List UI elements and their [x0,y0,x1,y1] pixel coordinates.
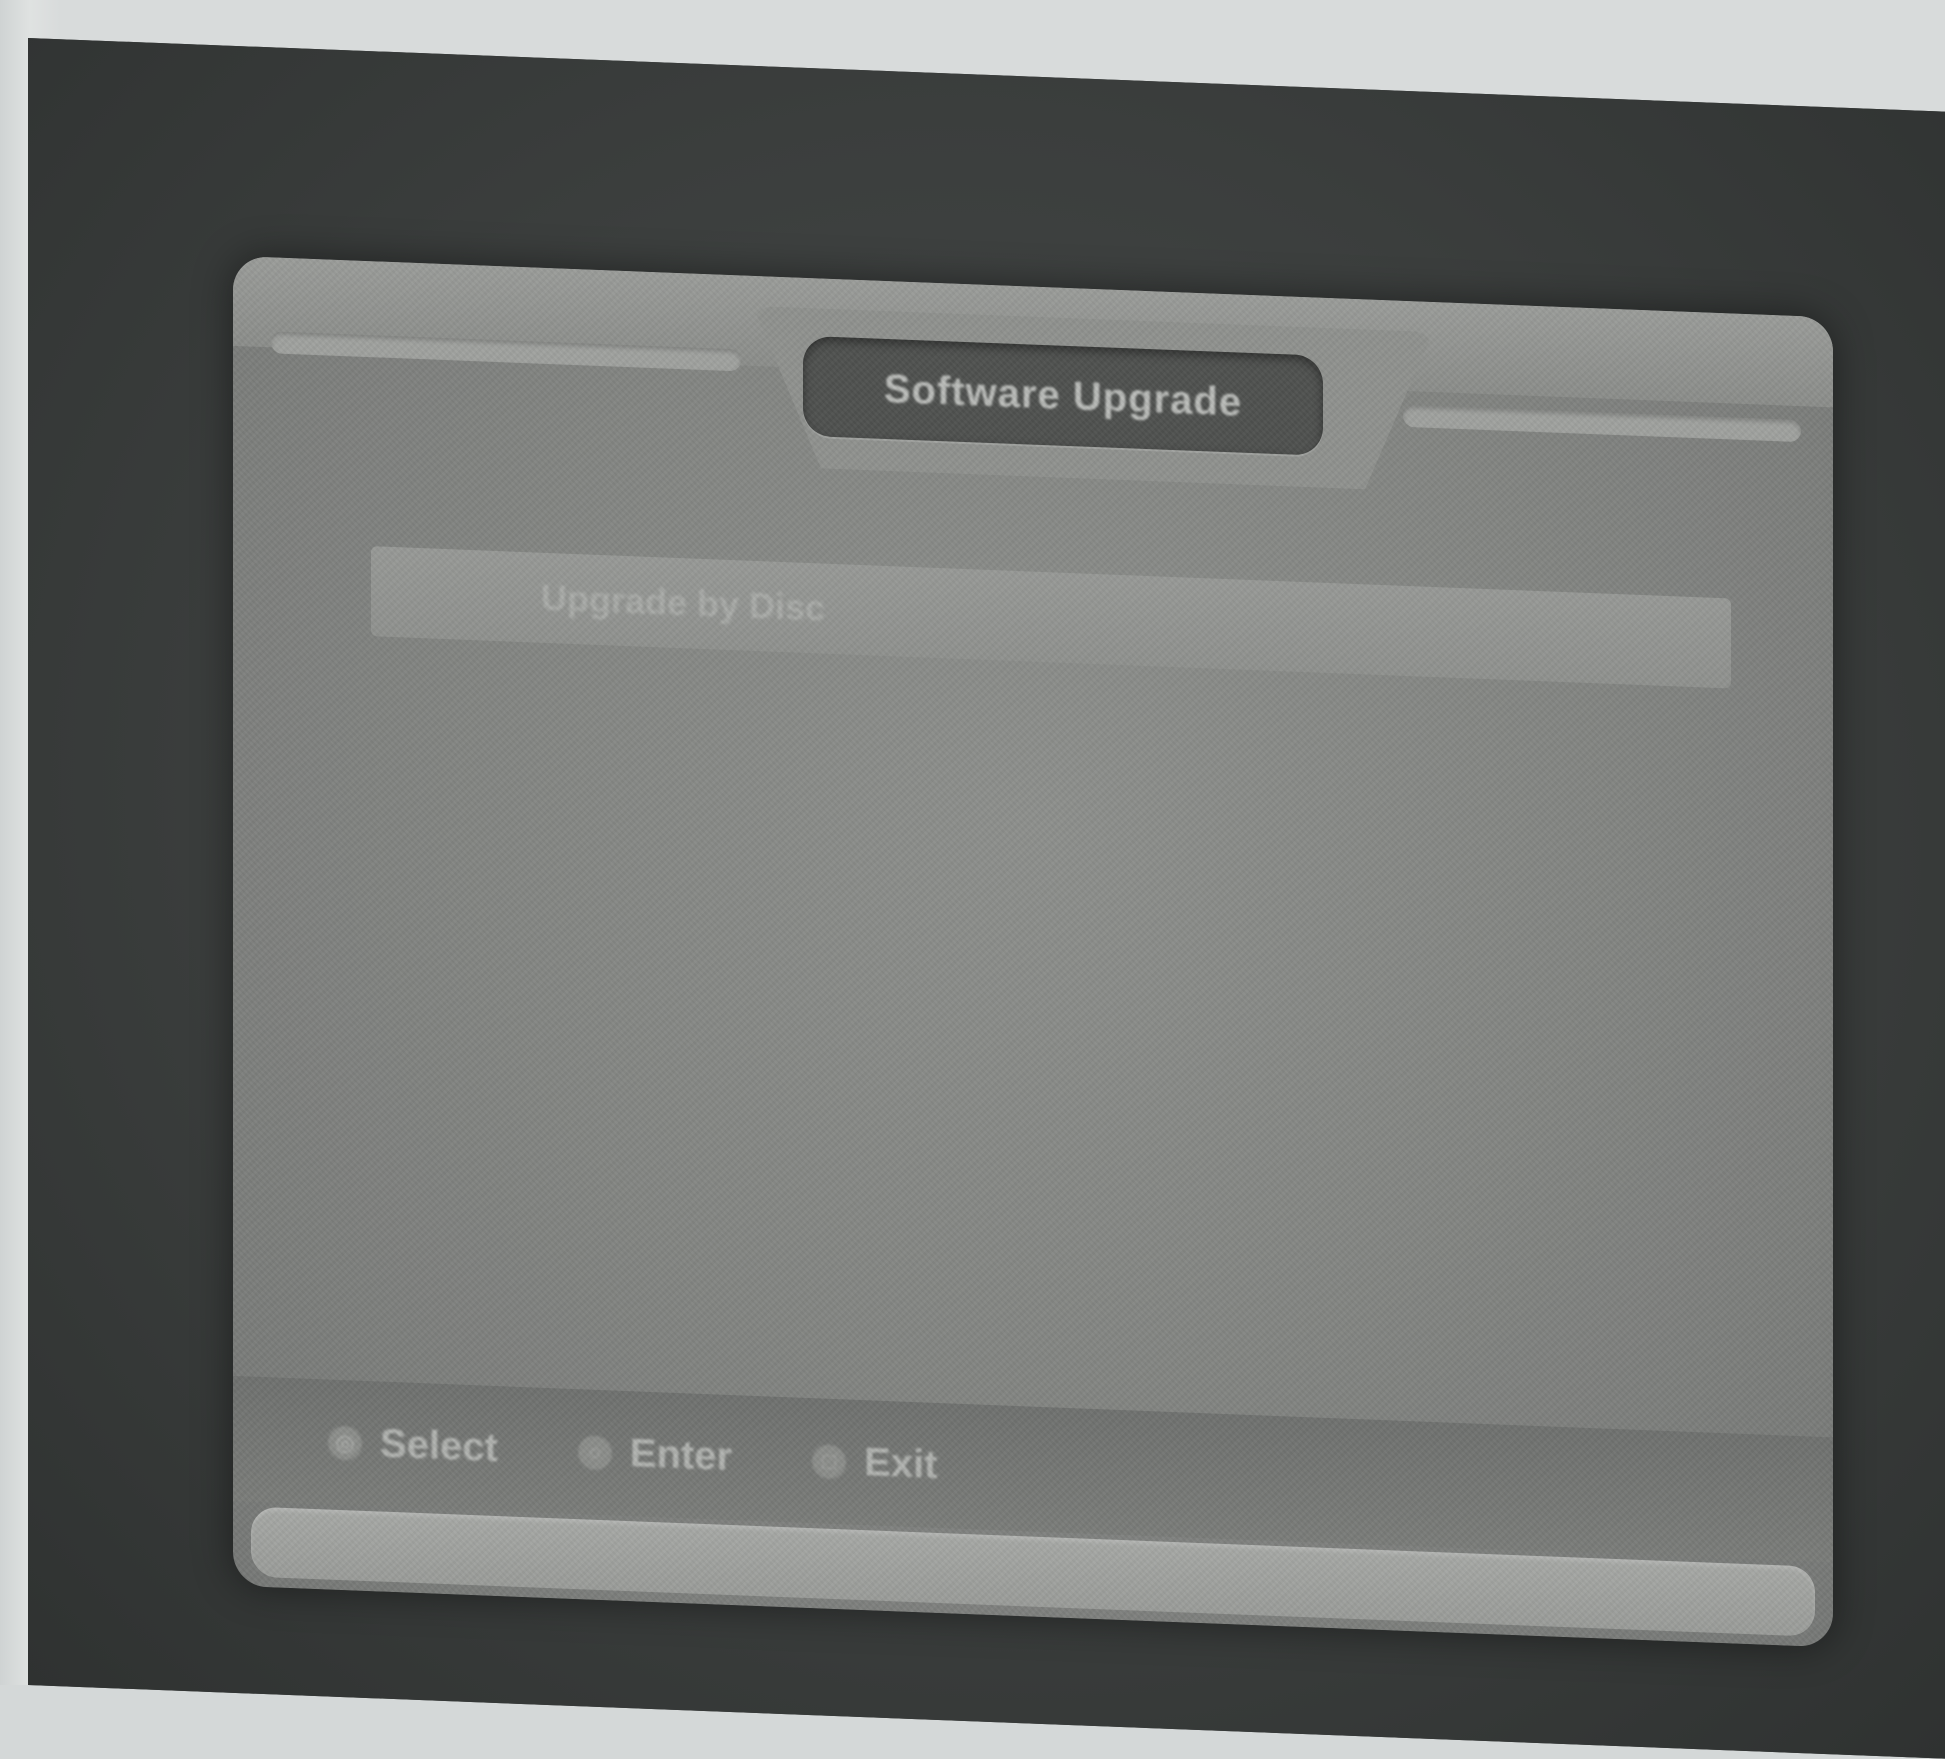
window-title: Software Upgrade [883,366,1243,425]
menu-list-area [293,648,1773,1425]
tv-screen: Software Upgrade Upgrade by Disc ◎ Selec… [233,255,1833,1648]
hint-select[interactable]: ◎ Select [328,1420,498,1472]
hint-exit[interactable]: □ Exit [812,1438,937,1488]
top-rail-right [1403,404,1801,443]
menu-item-label: Upgrade by Disc [541,576,826,629]
title-plate: Software Upgrade [803,335,1323,456]
tv-bezel: Software Upgrade Upgrade by Disc ◎ Selec… [28,38,1945,1759]
hint-select-label: Select [380,1421,498,1471]
hint-enter-label: Enter [629,1431,733,1480]
hint-enter[interactable]: ○ Enter [577,1429,733,1480]
square-button-icon: □ [812,1443,847,1479]
circle-button-icon: ○ [577,1434,612,1470]
navigate-button-icon: ◎ [328,1425,362,1461]
hint-exit-label: Exit [864,1440,938,1487]
